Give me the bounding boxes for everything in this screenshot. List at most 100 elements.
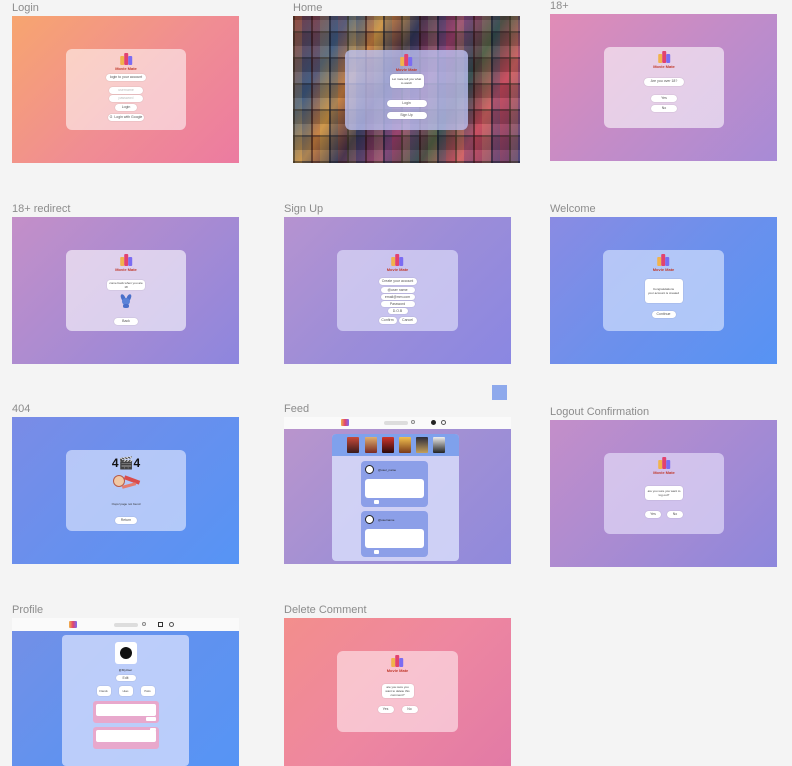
signup-card: Movie Mate Create your account @user nam… bbox=[337, 250, 458, 331]
not-found-return-button[interactable]: Return bbox=[115, 517, 137, 524]
feed-topbar bbox=[284, 417, 511, 429]
frame-label: Sign Up bbox=[284, 203, 324, 215]
profile-search-input[interactable] bbox=[114, 623, 138, 627]
signup-email-field[interactable]: email@mm.com bbox=[380, 294, 415, 300]
frame-label: Login bbox=[12, 2, 39, 14]
search-icon[interactable] bbox=[142, 622, 146, 626]
post-body bbox=[96, 730, 156, 742]
redirect-back-button[interactable]: Back bbox=[114, 318, 138, 325]
welcome-continue-button[interactable]: Continue bbox=[651, 311, 676, 318]
avatar-icon[interactable] bbox=[431, 420, 436, 425]
movie-mate-logo: Movie Mate bbox=[653, 51, 675, 69]
signup-cancel-button[interactable]: Cancel bbox=[398, 317, 417, 324]
movie-mate-logo: Movie Mate bbox=[115, 254, 137, 272]
selection-square bbox=[492, 385, 507, 400]
delete-no-button[interactable]: No bbox=[401, 706, 418, 713]
signup-confirm-button[interactable]: Confirm bbox=[378, 317, 397, 324]
user-avatar bbox=[365, 515, 374, 524]
topbar-logo bbox=[341, 419, 349, 426]
logout-yes-button[interactable]: Yes bbox=[645, 511, 661, 518]
login-canvas: Movie Mate login to your account usernam… bbox=[12, 16, 239, 163]
feed-canvas: @user_name @username bbox=[284, 417, 511, 564]
feed-search-input[interactable] bbox=[384, 421, 408, 425]
stat-box: Friends bbox=[96, 686, 111, 696]
username-field[interactable]: username bbox=[109, 87, 143, 94]
movie-mate-logo: Movie Mate bbox=[396, 54, 417, 72]
redirect-message: come back when you are 18 bbox=[107, 280, 145, 290]
error-code: 4🎬4 bbox=[111, 456, 141, 470]
post-username: @username bbox=[378, 518, 395, 522]
movie-poster[interactable] bbox=[433, 437, 445, 453]
profile-canvas: @MyUser Edit Friends Likes Posts bbox=[12, 618, 239, 766]
post-action[interactable] bbox=[150, 728, 156, 731]
comment-icon[interactable] bbox=[374, 550, 379, 554]
frame-label: Feed bbox=[284, 403, 310, 415]
delete-comment-canvas: Movie Mate are you sure you want to dele… bbox=[284, 618, 511, 766]
grid-icon[interactable] bbox=[158, 622, 163, 627]
search-icon[interactable] bbox=[411, 420, 415, 424]
login-button[interactable]: Login bbox=[115, 104, 137, 111]
password-field[interactable]: password bbox=[109, 95, 143, 102]
movie-poster[interactable] bbox=[382, 437, 394, 453]
stitch-illustration bbox=[119, 293, 133, 308]
post-action[interactable] bbox=[146, 717, 156, 721]
feed-post: @user_name bbox=[361, 461, 428, 507]
age-yes-button[interactable]: Yes bbox=[651, 95, 677, 102]
age-no-button[interactable]: No bbox=[651, 105, 677, 112]
post-body bbox=[96, 704, 156, 716]
frame-label: Logout Confirmation bbox=[550, 406, 650, 418]
age-gate-card: Movie Mate Are you over 18? Yes No bbox=[604, 47, 724, 128]
delete-question: are you sure you want to delete this com… bbox=[381, 684, 414, 698]
delete-yes-button[interactable]: Yes bbox=[377, 706, 394, 713]
movie-mate-logo: Movie Mate bbox=[653, 457, 675, 475]
home-canvas: Movie Mate Let mate tell you what to wat… bbox=[293, 16, 520, 163]
movie-poster[interactable] bbox=[347, 437, 359, 453]
frame-label: Home bbox=[293, 2, 323, 14]
signup-name-field[interactable]: @user name bbox=[380, 287, 415, 293]
welcome-card: Movie Mate Congratulations your account i… bbox=[603, 250, 724, 331]
signup-password-field[interactable]: Password bbox=[380, 301, 415, 307]
not-found-message: Oops! page not found bbox=[111, 502, 141, 506]
post-body bbox=[365, 479, 424, 498]
comment-icon[interactable] bbox=[374, 500, 379, 504]
frame-label: 18+ bbox=[550, 0, 569, 12]
welcome-canvas: Movie Mate Congratulations your account i… bbox=[550, 217, 777, 364]
menu-icon[interactable] bbox=[441, 420, 446, 425]
movie-poster[interactable] bbox=[399, 437, 411, 453]
feed-panel: @user_name @username bbox=[332, 434, 459, 561]
age-gate-canvas: Movie Mate Are you over 18? Yes No bbox=[550, 14, 777, 161]
signup-canvas: Movie Mate Create your account @user nam… bbox=[284, 217, 511, 364]
not-found-canvas: 4🎬4 Oops! page not found Return bbox=[12, 417, 239, 564]
profile-post bbox=[93, 701, 159, 723]
frame-label: 18+ redirect bbox=[12, 203, 71, 215]
delete-comment-card: Movie Mate are you sure you want to dele… bbox=[337, 651, 458, 732]
user-icon bbox=[120, 647, 132, 659]
topbar-logo bbox=[69, 621, 77, 628]
profile-topbar bbox=[12, 618, 239, 631]
signup-dob-field[interactable]: D.O.B bbox=[387, 308, 408, 314]
frame-label: Profile bbox=[12, 604, 44, 616]
edit-profile-button[interactable]: Edit bbox=[115, 675, 136, 681]
logout-no-button[interactable]: No bbox=[667, 511, 683, 518]
logout-question: are you sure you want to log out? bbox=[645, 486, 683, 500]
stat-box: Likes bbox=[118, 686, 133, 696]
movie-poster[interactable] bbox=[365, 437, 377, 453]
profile-avatar bbox=[115, 642, 137, 664]
login-card: Movie Mate login to your account usernam… bbox=[66, 49, 186, 130]
menu-icon[interactable] bbox=[169, 622, 174, 627]
frame-label: Welcome bbox=[550, 203, 596, 215]
home-tagline: Let mate tell you what to watch bbox=[389, 74, 424, 88]
post-body bbox=[365, 529, 424, 548]
movie-mate-logo: Movie Mate bbox=[387, 655, 408, 673]
home-signup-button[interactable]: Sign Up bbox=[386, 112, 427, 119]
movie-poster[interactable] bbox=[416, 437, 428, 453]
movie-mate-logo: Movie Mate bbox=[115, 53, 137, 71]
profile-panel: @MyUser Edit Friends Likes Posts bbox=[62, 635, 189, 766]
frame-label: 404 bbox=[12, 403, 31, 415]
welcome-message: Congratulations your account is created bbox=[644, 279, 683, 303]
google-login-button[interactable]: G Login with Google bbox=[108, 114, 144, 121]
movie-mate-logo: Movie Mate bbox=[387, 254, 408, 272]
not-found-card: 4🎬4 Oops! page not found Return bbox=[66, 450, 186, 531]
home-login-button[interactable]: Login bbox=[386, 100, 427, 107]
post-username: @user_name bbox=[378, 468, 397, 472]
